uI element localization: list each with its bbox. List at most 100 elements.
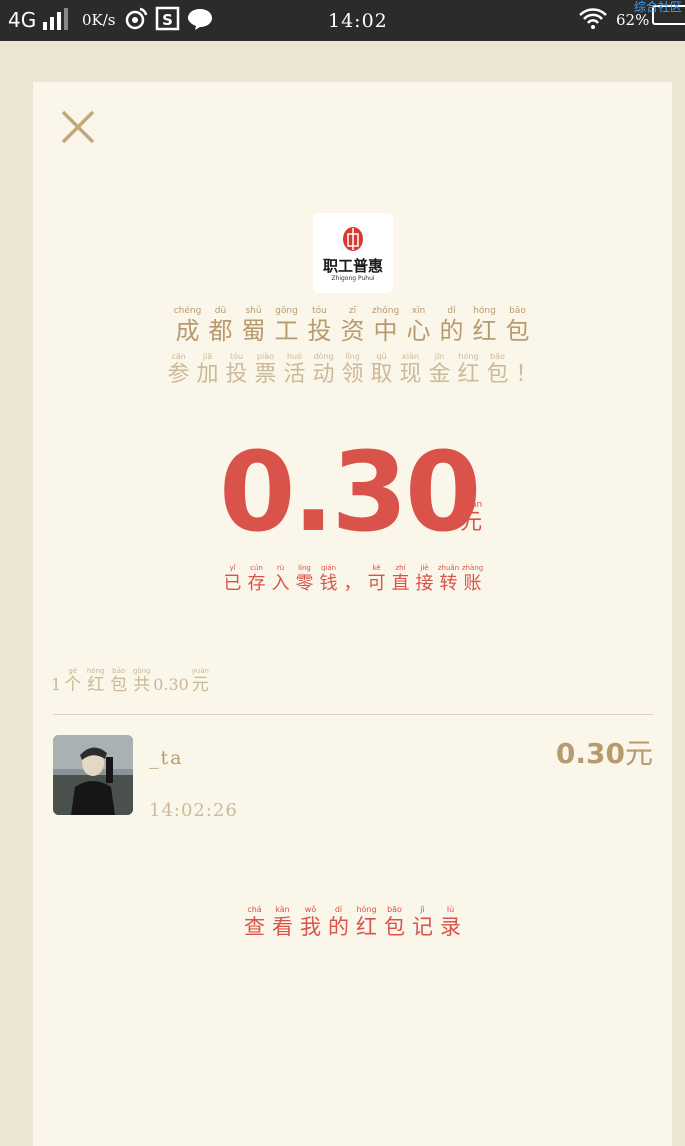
ruby-char: ， <box>341 565 365 593</box>
ruby-char: huó 活 <box>280 353 309 386</box>
hanzi: 金 <box>428 362 451 387</box>
hanzi: 包 <box>384 915 405 939</box>
hanzi: 动 <box>312 362 335 387</box>
hanzi: 红 <box>87 675 105 695</box>
network-type: 4G <box>8 8 37 32</box>
ruby-char: zhuǎn 转 <box>437 565 461 593</box>
packet-title: chéng 成 dū 都 shǔ 蜀 gōng 工 tóu 投 zī 资 zhōng 中 xīn 心 dí 的 hó… <box>33 307 672 345</box>
ruby-char: xīn 心 <box>402 307 435 345</box>
chat-bubble-icon <box>188 9 212 30</box>
signal-icon <box>43 8 68 30</box>
ruby-char: dí 的 <box>325 906 353 938</box>
ruby-char: hóng 红 <box>84 668 107 694</box>
list-item[interactable]: _ta 14:02:26 0.30元 <box>53 732 653 821</box>
ruby-char: bāo 包 <box>501 307 534 344</box>
hanzi: 已 <box>223 573 242 594</box>
ruby-char: tóu 投 <box>303 307 336 345</box>
hanzi: 取 <box>370 362 393 387</box>
view-history-link[interactable]: chá 查 kàn 看 wǒ 我 dí 的 hóng 红 bāo 包 jì 记 lù 录 <box>33 906 672 938</box>
stored-note: yǐ 已 cún 存 rù 入 líng 零 qián 钱， kě 可 zhí 直 jiē 接 zhuǎn 转 zh… <box>33 565 672 593</box>
hanzi: 的 <box>439 317 464 345</box>
ruby-char: gōng 工 <box>270 307 303 345</box>
logo-text: 职工普惠 <box>322 257 383 275</box>
ruby-char: rù 入 <box>269 565 293 593</box>
record-amount-value: 0.30 <box>555 737 625 770</box>
sender-logo: 职工普惠 Zhigong Puhui <box>313 213 393 293</box>
ruby-char: zī 资 <box>336 307 369 345</box>
hanzi: 记 <box>412 915 433 939</box>
hanzi: 入 <box>271 573 290 594</box>
hanzi: 参 <box>167 362 190 387</box>
avatar-photo <box>53 735 133 815</box>
ruby-char: zhàng 账 <box>461 565 485 593</box>
hanzi: 个 <box>64 675 82 695</box>
amount-value: 0.30 <box>219 428 481 556</box>
ruby-seq: gè 个 hóng 红 bāo 包 gòng 共 <box>61 668 153 694</box>
svg-text:S: S <box>162 11 173 29</box>
ruby-char: qián 钱 <box>317 565 341 593</box>
hanzi: 存 <box>247 573 266 594</box>
packet-subtitle: cān 参 jiā 加 tóu 投 piào 票 huó 活 dòng 动 lǐng 领 qǔ 取 xiàn 现 j… <box>33 353 672 386</box>
hanzi: 直 <box>391 573 410 594</box>
hanzi: 资 <box>340 317 365 345</box>
hanzi: 红 <box>457 362 480 387</box>
ruby-char: jiē 接 <box>413 565 437 593</box>
summary-count: 1 <box>51 675 62 694</box>
hanzi: 录 <box>440 915 461 939</box>
ruby-char: chéng 成 <box>171 307 204 345</box>
ruby-seq: yǐ 已 cún 存 rù 入 líng 零 qián 钱， kě 可 zhí 直 jiē 接 zhuǎn 转 zh… <box>221 565 485 593</box>
ruby-char: bāo 包 <box>483 353 512 386</box>
packet-summary: 1 gè 个 hóng 红 bāo 包 gòng 共 0.30 yuán 元 <box>51 668 212 694</box>
ruby-char: qǔ 取 <box>367 353 396 386</box>
ruby-char: jiā 加 <box>193 353 222 386</box>
hanzi: 钱 <box>319 573 338 594</box>
close-icon[interactable] <box>59 108 97 146</box>
hanzi: 红 <box>356 915 377 939</box>
wifi-icon <box>579 8 607 29</box>
hanzi: 共 <box>133 675 151 695</box>
hanzi: ， <box>343 573 362 594</box>
ruby-char: kě 可 <box>365 565 389 593</box>
ruby-char: piào 票 <box>251 353 280 386</box>
hanzi: 中 <box>373 317 398 345</box>
hanzi: 加 <box>196 362 219 387</box>
seal-icon <box>343 227 363 251</box>
hanzi: 转 <box>439 573 458 594</box>
avatar[interactable] <box>53 735 133 815</box>
ruby-char: cún 存 <box>245 565 269 593</box>
ruby-char: gè 个 <box>61 668 84 694</box>
hanzi: 可 <box>367 573 386 594</box>
hanzi: 心 <box>406 317 431 345</box>
hanzi: 投 <box>225 362 248 387</box>
hanzi: 红 <box>472 317 497 345</box>
hanzi: 看 <box>272 915 293 939</box>
ruby-seq: cān 参 jiā 加 tóu 投 piào 票 huó 活 dòng 动 lǐng 领 qǔ 取 xiàn 现 j… <box>164 353 541 386</box>
hanzi: 蜀 <box>241 317 266 345</box>
ruby-char: dí 的 <box>435 307 468 345</box>
ruby-char: shǔ 蜀 <box>237 307 270 345</box>
ruby-char: hóng 红 <box>454 353 483 386</box>
unit-char: 元 <box>460 510 483 535</box>
status-bar: 4G 0K/s S 14:02 62% 综合社区 <box>0 0 685 41</box>
hanzi: 票 <box>254 362 277 387</box>
red-packet-card: 职工普惠 Zhigong Puhui chéng 成 dū 都 shǔ 蜀 gōng 工 tóu… <box>33 82 672 1146</box>
record-amount: 0.30元 <box>556 732 653 772</box>
ruby-char: ！ <box>512 353 541 386</box>
ruby-char: dū 都 <box>204 307 237 344</box>
ruby-char: yǐ 已 <box>221 565 245 593</box>
ruby-char: bāo 包 <box>107 668 130 694</box>
ruby-char: dòng 动 <box>309 353 338 386</box>
hanzi: 成 <box>175 317 200 345</box>
hanzi: 查 <box>244 915 265 939</box>
logo-subtext: Zhigong Puhui <box>331 275 375 282</box>
hanzi: 工 <box>274 317 299 345</box>
ruby-seq: chéng 成 dū 都 shǔ 蜀 gōng 工 tóu 投 zī 资 zhōng 中 xīn 心 dí 的 hó… <box>171 307 534 345</box>
ruby-char: zhōng 中 <box>369 307 402 345</box>
hanzi: 包 <box>486 362 509 387</box>
ruby-char: hóng 红 <box>468 307 501 345</box>
ruby-char: jīn 金 <box>425 353 454 386</box>
network-speed: 0K/s <box>82 11 116 29</box>
hanzi: 投 <box>307 317 332 345</box>
ruby-char: jì 记 <box>409 906 437 938</box>
ruby-seq: chá 查 kàn 看 wǒ 我 dí 的 hóng 红 bāo 包 jì 记 lù 录 <box>241 906 465 938</box>
